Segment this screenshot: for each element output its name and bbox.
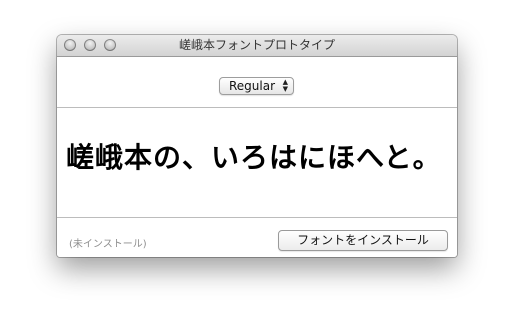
font-style-select[interactable]: Regular ▲ ▼: [219, 77, 294, 95]
install-status-text: (未インストール): [69, 239, 147, 250]
title-bar[interactable]: 嵯峨本フォントプロトタイプ: [57, 35, 457, 57]
install-font-button[interactable]: フォントをインストール: [278, 230, 448, 251]
footer: (未インストール) フォントをインストール: [57, 218, 457, 257]
font-sample-text: 嵯峨本の、いろはにほへと。: [66, 141, 442, 174]
up-down-arrows-icon: ▲ ▼: [282, 78, 288, 93]
font-style-selected-value: Regular: [229, 79, 276, 93]
font-preview-area: 嵯峨本の、いろはにほへと。: [57, 108, 457, 218]
font-book-window: 嵯峨本フォントプロトタイプ Regular ▲ ▼ 嵯峨本の、いろはにほへと。 (…: [57, 35, 457, 257]
window-title: 嵯峨本フォントプロトタイプ: [178, 38, 335, 52]
toolbar: Regular ▲ ▼: [57, 57, 457, 108]
